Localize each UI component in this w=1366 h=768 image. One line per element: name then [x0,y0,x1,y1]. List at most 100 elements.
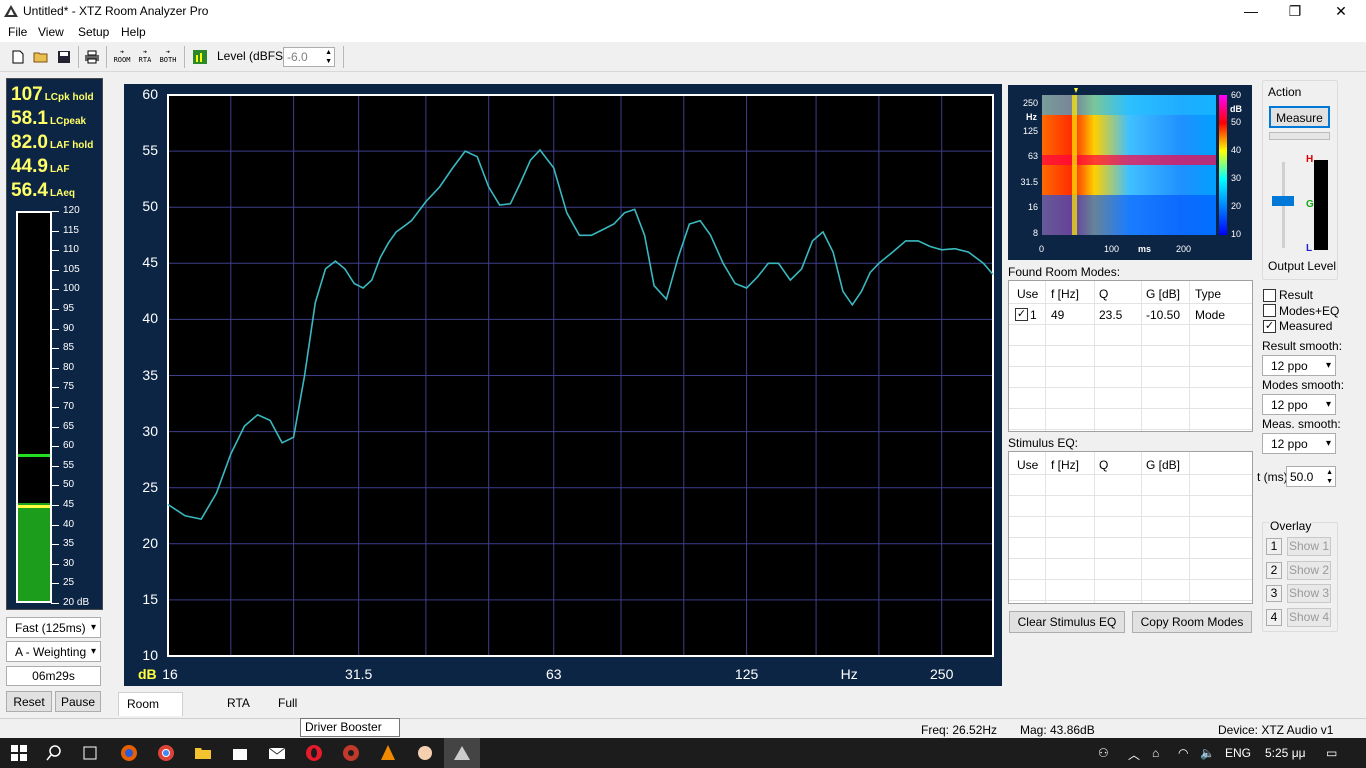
mail-icon[interactable] [268,744,286,762]
col-use: Use [1017,287,1039,301]
vlc-icon[interactable] [379,744,397,762]
level-input[interactable]: -6.0 ▲ ▼ [283,47,335,67]
tab-full-range[interactable]: Full Range [270,692,321,732]
notifications-icon[interactable]: ▭ [1326,746,1337,760]
result-checkbox[interactable] [1263,289,1276,302]
stimulus-eq-title: Stimulus EQ: [1008,436,1079,450]
print-button[interactable] [82,46,102,68]
scale-tick: 80 [51,362,103,373]
chevron-down-icon: ▾ [90,622,96,633]
rta-mode-button[interactable]: ➔ RTA [134,46,156,68]
minimize-button[interactable]: — [1228,0,1274,23]
readout-lcpk-hold: 107 LCpk hold [11,84,94,105]
chevron-up-icon[interactable]: ︿ [1128,746,1140,763]
spectrogram-canvas [1042,88,1227,235]
overlay-slot-4[interactable]: 4 [1266,608,1282,626]
close-button[interactable]: ✕ [1318,0,1364,23]
room-mode-button[interactable]: ➔ ROOM [111,46,133,68]
new-file-button[interactable] [8,46,28,68]
task-view-icon[interactable] [81,744,99,762]
volume-icon[interactable]: 🔈 [1200,746,1215,760]
firefox-icon[interactable] [120,744,138,762]
modes-smooth-select[interactable]: 12 ppo ▾ [1262,394,1336,415]
grid-line [1009,516,1252,517]
y-tick-label: 55 [142,142,158,159]
mode-index: 1 [1030,308,1037,322]
t-ms-input[interactable]: 50.0 ▲ ▼ [1286,466,1336,487]
app-face-icon[interactable] [416,744,434,762]
app-red-icon[interactable] [342,744,360,762]
open-file-button[interactable] [31,46,51,68]
chevron-down-icon: ▾ [90,646,96,657]
overlay-show-2-button[interactable]: Show 2 [1287,560,1331,580]
spin-arrows-icon[interactable]: ▲ ▼ [325,48,332,66]
chrome-icon[interactable] [157,744,175,762]
xtz-app-icon [454,746,470,760]
menu-bar: File View Setup Help [0,23,1366,42]
tab-rta[interactable]: RTA [219,692,258,716]
response-select[interactable]: Fast (125ms) ▾ [6,617,101,638]
menu-view[interactable]: View [38,25,64,39]
tab-room-analyzer[interactable]: Room Analyzer [118,692,183,733]
grid-line [1009,408,1252,409]
measure-button[interactable]: Measure [1269,106,1330,128]
spectrogram-y-tick: 63 [1027,151,1038,161]
scale-tick: 55 [51,460,103,471]
spectrogram-y-tick: 16 [1027,202,1038,212]
windows-start-icon[interactable] [10,744,28,762]
level-icon-button[interactable] [190,46,210,68]
spectrogram-cbar-tick: 50 [1231,117,1242,127]
overlay-slot-1[interactable]: 1 [1266,538,1282,555]
menu-file[interactable]: File [8,25,27,39]
clock[interactable]: 5:25 μμ [1265,746,1306,760]
mode-use-checkbox[interactable]: ✓ [1015,308,1028,321]
save-button[interactable] [54,46,74,68]
overlay-show-4-button[interactable]: Show 4 [1287,607,1331,627]
toolbar: ➔ ROOM ➔ RTA ➔ BOTH Level (dBFS) -6.0 ▲ ▼ [0,42,1366,72]
scale-tick: 120 [51,205,103,216]
weighting-select[interactable]: A - Weighting ▾ [6,641,101,662]
modes-eq-checkbox[interactable] [1263,304,1276,317]
scale-tick: 90 [51,323,103,334]
frequency-response-chart[interactable]: 60 55 50 45 40 35 30 25 20 15 10 16 31.5 63 125 Hz 250 … [124,84,1002,686]
overlay-slot-2[interactable]: 2 [1266,561,1282,579]
maximize-button[interactable]: ❐ [1272,0,1318,23]
scale-tick: 60 [51,440,103,451]
output-level-label: Output Level [1268,259,1337,273]
file-explorer-icon[interactable] [194,744,212,762]
overlay-show-3-button[interactable]: Show 3 [1287,584,1331,603]
pause-button[interactable]: Pause [55,691,101,712]
result-smooth-select[interactable]: 12 ppo ▾ [1262,355,1336,376]
people-icon[interactable]: ⚇ [1098,746,1109,760]
scale-tick: 70 [51,401,103,412]
meas-smooth-select[interactable]: 12 ppo ▾ [1262,433,1336,454]
wifi-icon[interactable]: ◠ [1178,746,1188,760]
reset-button[interactable]: Reset [6,691,52,712]
network-icon[interactable]: ⌂ [1152,746,1159,760]
y-unit-label: dB [138,666,157,682]
opera-icon[interactable] [305,744,323,762]
measured-checkbox[interactable]: ✓ [1263,320,1276,333]
spin-arrows-icon[interactable]: ▲ ▼ [1326,468,1333,486]
store-icon[interactable] [231,744,249,762]
grid-line [1009,600,1252,601]
clear-stimulus-eq-button[interactable]: Clear Stimulus EQ [1009,611,1125,633]
both-mode-button[interactable]: ➔ BOTH [157,46,179,68]
overlay-show-1-button[interactable]: Show 1 [1287,537,1331,556]
col-gain: G [dB] [1146,287,1181,301]
language-indicator[interactable]: ENG [1225,746,1251,760]
col-type: Type [1195,287,1222,301]
room-modes-table[interactable]: Use f [Hz] Q G [dB] Type ✓ 1 49 23.5 -10… [1008,280,1253,432]
menu-help[interactable]: Help [121,25,146,39]
taskbar-active-app[interactable] [444,738,480,768]
menu-setup[interactable]: Setup [78,25,109,39]
copy-room-modes-button[interactable]: Copy Room Modes [1132,611,1252,633]
search-icon[interactable] [45,744,63,762]
spectrogram-panel: 250 125 63 31.5 16 8 0 100 200 60 50 40 30 20 10 Hz … [1008,85,1252,260]
stimulus-eq-table[interactable]: Use f [Hz] Q G [dB] [1008,451,1253,604]
toolbar-separator [106,46,107,68]
overlay-slot-3[interactable]: 3 [1266,585,1282,602]
t-ms-value: 50.0 [1290,470,1314,484]
y-tick-label: 35 [142,366,158,383]
output-level-slider-thumb[interactable] [1272,196,1294,206]
